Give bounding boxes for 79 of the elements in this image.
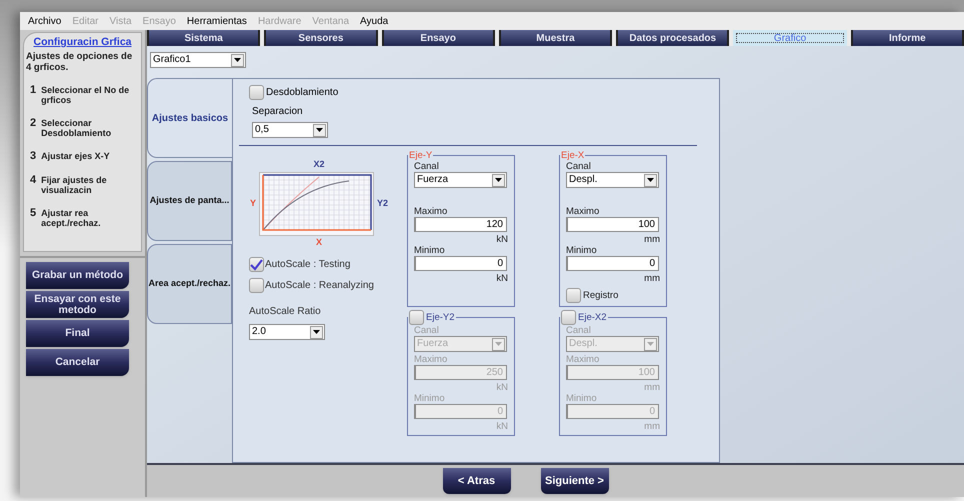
unit-label: mm — [644, 273, 660, 284]
separation-dropdown[interactable]: 0,5 — [252, 122, 328, 138]
checkbox[interactable] — [249, 85, 264, 100]
nav-button[interactable]: Siguiente > — [540, 468, 608, 494]
checkbox-label: Desdoblamiento — [266, 86, 338, 100]
unit-label: mm — [644, 382, 660, 393]
field-label: Minimo — [414, 393, 446, 404]
field-label: Canal — [566, 161, 592, 172]
side-tab[interactable]: Ajustes de panta... — [147, 161, 232, 241]
step-number: 1 — [30, 84, 36, 98]
checkmark-icon — [250, 258, 263, 270]
tab[interactable]: Datos procesados — [616, 30, 730, 46]
tab[interactable]: Informe — [850, 30, 964, 46]
menu-item[interactable]: Archivo — [28, 14, 62, 28]
unit-label: mm — [644, 234, 660, 245]
checkbox[interactable] — [249, 278, 264, 293]
unit-label: kN — [496, 234, 508, 245]
field-label: Maximo — [414, 354, 448, 365]
instructions-title[interactable]: Configuracin Grfica — [26, 35, 139, 51]
tab[interactable]: Ensayo — [382, 30, 495, 46]
side-tab[interactable]: Ajustes basicos — [147, 78, 232, 158]
checkbox-label: Registro — [583, 290, 618, 301]
graph-dropdown[interactable]: Grafico1 — [150, 52, 246, 68]
checkbox-label: AutoScale : Reanalyzing — [265, 279, 374, 293]
number-field[interactable]: 0 — [414, 256, 507, 271]
unit-label: kN — [496, 421, 508, 432]
number-field[interactable]: 120 — [414, 217, 507, 232]
field-label: Minimo — [566, 393, 598, 404]
nav-button[interactable]: < Atras — [442, 468, 510, 494]
field-label: Minimo — [566, 245, 598, 256]
step-text: Fijar ajustes de visualizacin — [41, 174, 108, 195]
axis-label: Y2 — [377, 196, 388, 210]
instructions-description: Ajustes de opciones de 4 grficos. — [26, 50, 134, 73]
checkbox[interactable] — [566, 288, 581, 303]
axis-title: Eje-X2 — [578, 312, 607, 323]
action-button[interactable]: Final — [26, 320, 129, 347]
tab[interactable]: Muestra — [498, 30, 612, 46]
step-text: Seleccionar el No de grficos — [41, 84, 130, 105]
field-label: Maximo — [414, 206, 448, 217]
step-text: Seleccionar Desdoblamiento — [41, 118, 112, 138]
step-number: 2 — [30, 118, 36, 131]
axis-label: X — [316, 236, 322, 248]
checkbox[interactable] — [249, 257, 264, 272]
unit-label: kN — [496, 273, 508, 284]
step-text: Ajustar ejes X-Y — [41, 150, 110, 162]
field-label: Maximo — [566, 354, 600, 365]
number-field[interactable]: 100 — [566, 217, 659, 232]
action-button[interactable]: Grabar un método — [26, 262, 129, 289]
field-label: Canal — [414, 161, 440, 172]
unit-label: kN — [496, 382, 508, 393]
axis-label: Y — [250, 196, 256, 210]
axis-title: Eje-X — [561, 150, 584, 161]
action-button[interactable]: Ensayar con este metodo — [26, 291, 129, 318]
ratio-dropdown[interactable]: 2.0 — [249, 324, 325, 340]
number-field[interactable]: 0 — [566, 256, 659, 271]
step-number: 5 — [30, 208, 36, 221]
field-label: Separacion — [252, 105, 304, 119]
field-label: Minimo — [414, 245, 446, 256]
axis-title: Eje-Y — [409, 150, 432, 161]
menu-item[interactable]: Ayuda — [360, 14, 388, 28]
field-label: Maximo — [566, 206, 600, 217]
channel-dropdown[interactable]: Despl. — [566, 172, 659, 188]
step-text: Ajustar rea acept./rechaz. — [41, 208, 102, 228]
menu-item[interactable]: Herramientas — [186, 14, 247, 28]
tab[interactable]: Grafico — [733, 30, 847, 46]
field-label: Canal — [414, 325, 440, 336]
tab[interactable]: Sistema — [147, 30, 260, 46]
action-button[interactable]: Cancelar — [26, 349, 129, 376]
side-tab[interactable]: Area acept./rechaz. — [147, 244, 232, 324]
axis-title: Eje-Y2 — [426, 312, 455, 323]
tab[interactable]: Sensores — [264, 30, 378, 46]
step-number: 4 — [30, 174, 36, 188]
axis-label: X2 — [313, 158, 324, 171]
channel-dropdown[interactable]: Fuerza — [414, 172, 507, 188]
field-label: AutoScale Ratio — [249, 305, 322, 319]
field-label: Canal — [566, 325, 592, 336]
checkbox-label: AutoScale : Testing — [265, 258, 350, 272]
unit-label: mm — [644, 421, 660, 432]
step-number: 3 — [30, 150, 36, 162]
